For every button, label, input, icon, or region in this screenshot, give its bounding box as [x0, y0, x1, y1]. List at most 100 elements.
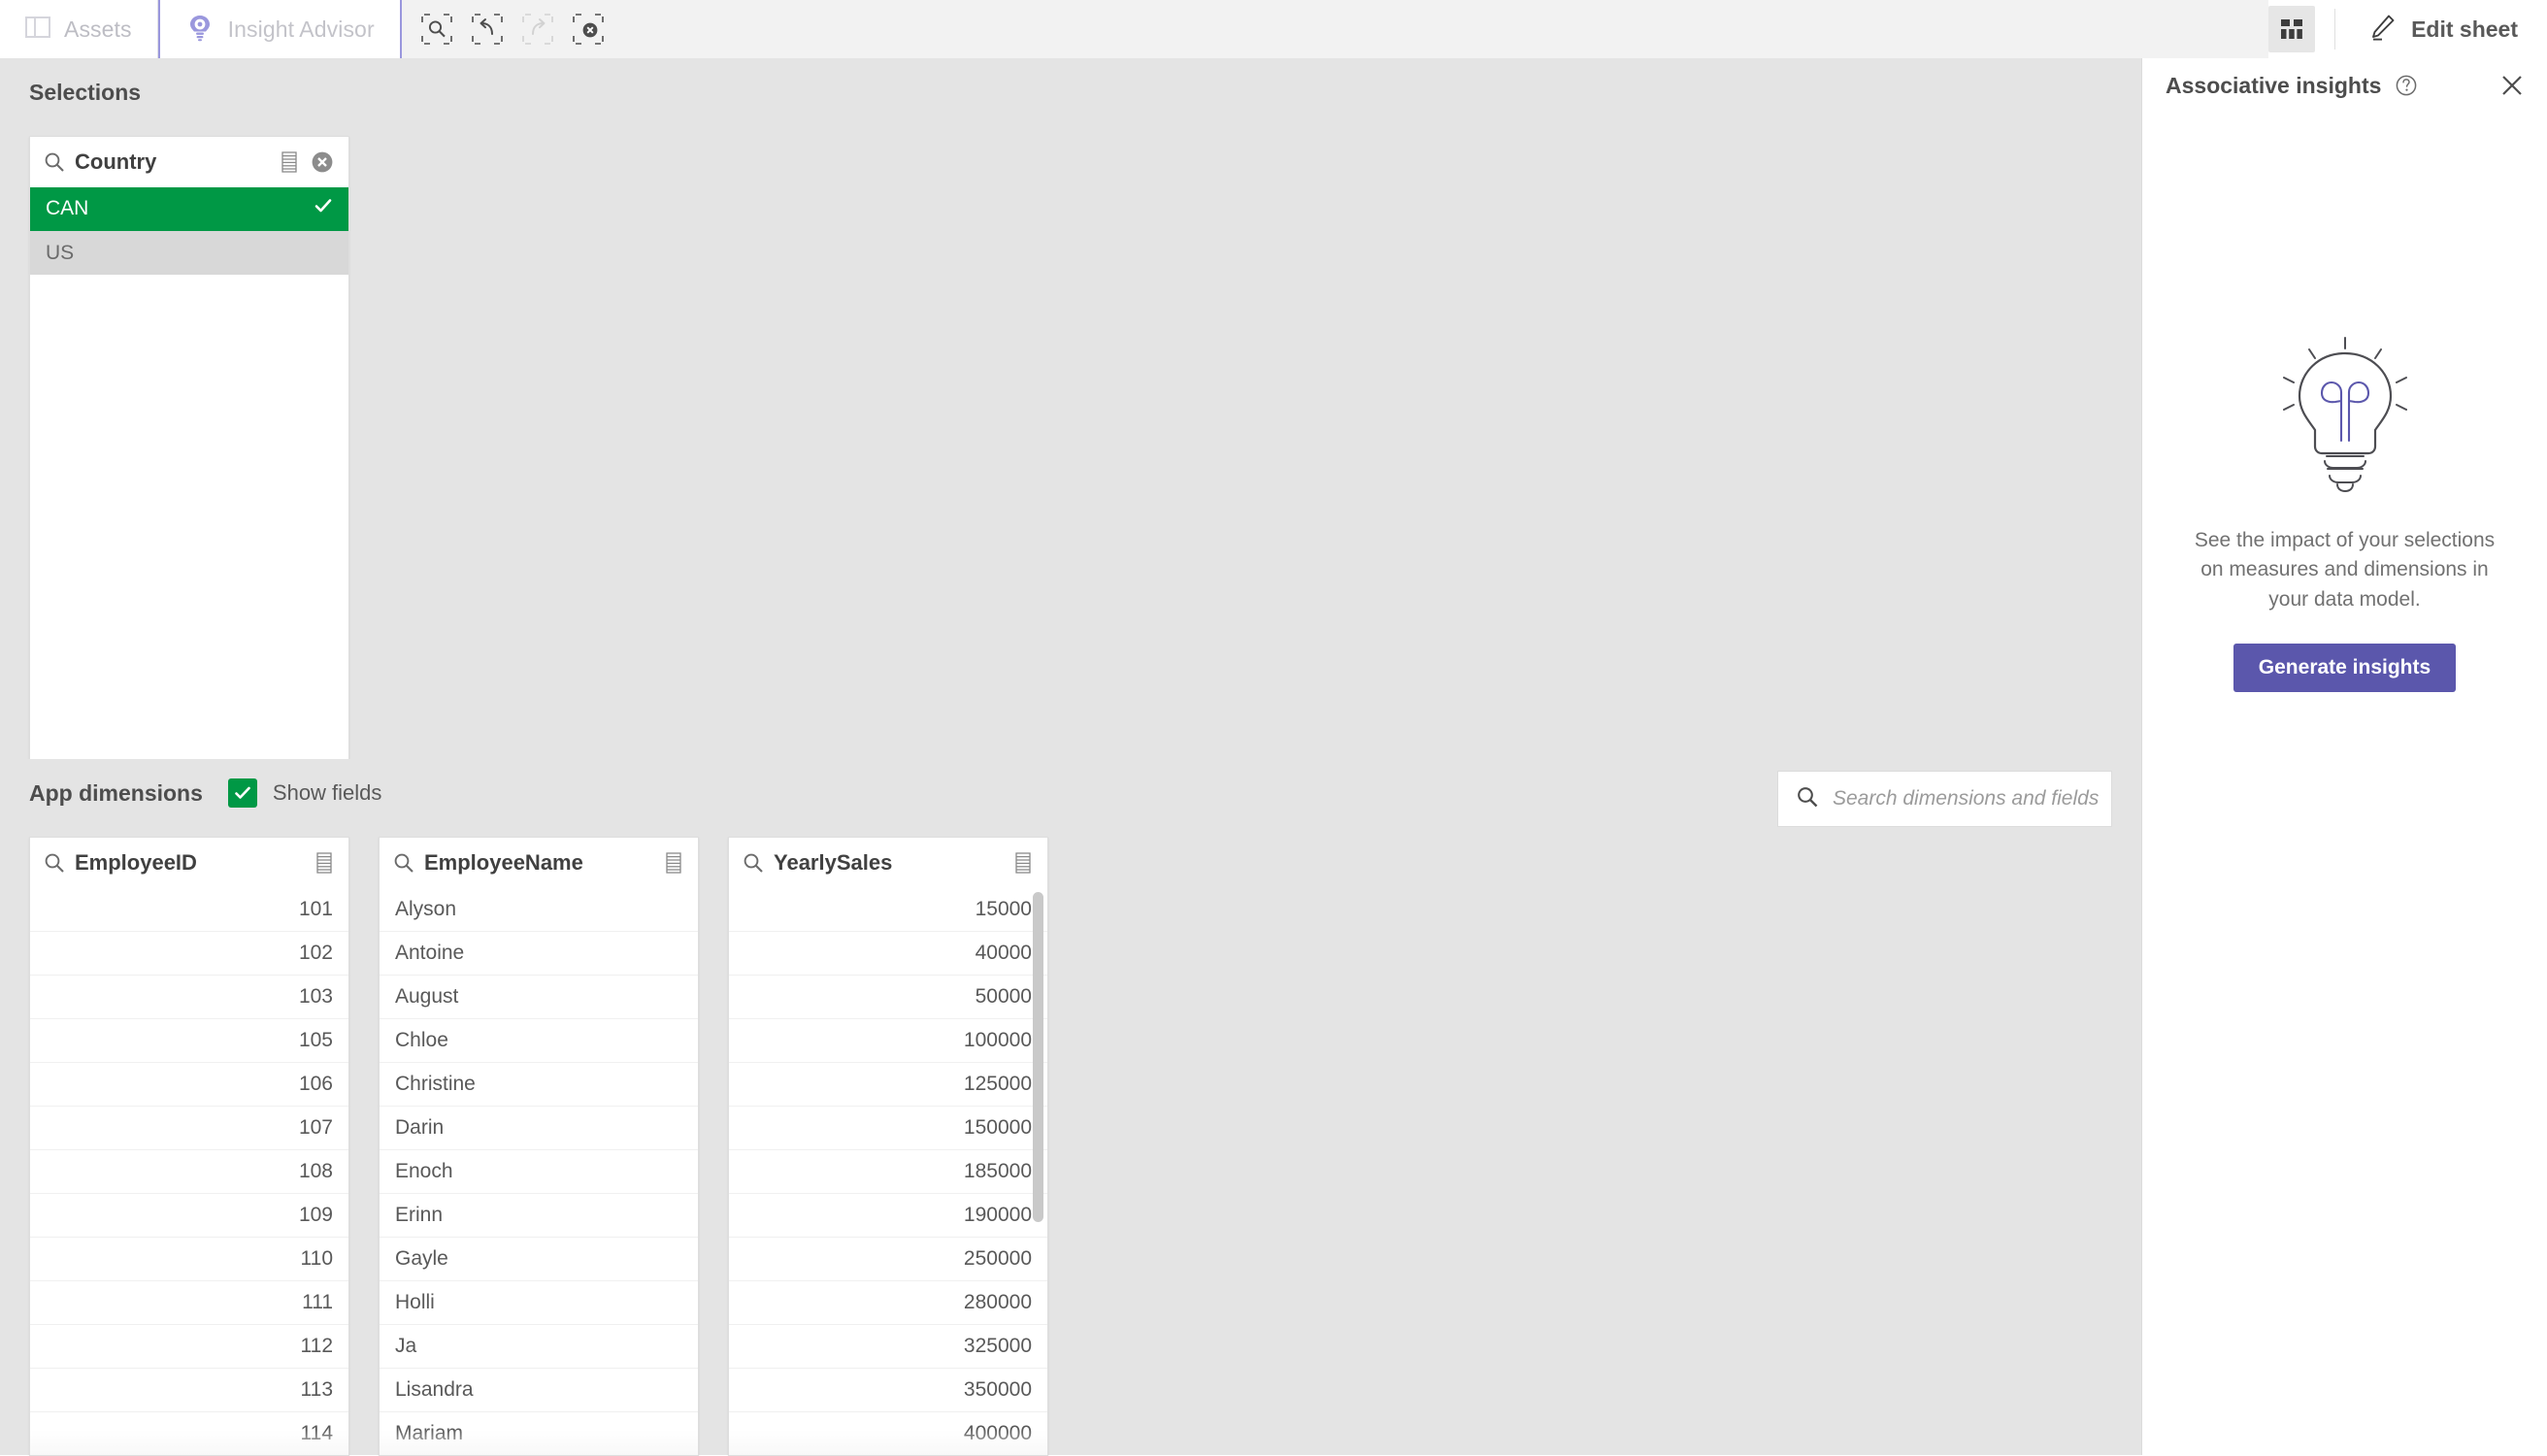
- tab-insight-advisor[interactable]: Insight Advisor: [157, 0, 402, 58]
- sheet-grid-icon[interactable]: [2268, 6, 2316, 52]
- clear-all-selections-icon[interactable]: [567, 8, 610, 50]
- list-menu-icon[interactable]: [663, 851, 684, 875]
- list-item[interactable]: Mariam: [380, 1412, 698, 1455]
- dimension-listboxes: EmployeeID 101 102 103 105 106 107 108 1…: [29, 837, 1048, 1456]
- list-item[interactable]: 350000: [729, 1369, 1047, 1412]
- list-item-label: Chloe: [395, 1029, 448, 1051]
- list-item[interactable]: Lisandra: [380, 1369, 698, 1412]
- list-item[interactable]: 280000: [729, 1281, 1047, 1325]
- list-item[interactable]: Antoine: [380, 932, 698, 976]
- list-item[interactable]: 15000: [729, 888, 1047, 932]
- listbox-country-empty-area: [30, 275, 348, 804]
- list-item[interactable]: 102: [30, 932, 348, 976]
- list-item[interactable]: 113: [30, 1369, 348, 1412]
- list-menu-icon[interactable]: [1012, 851, 1034, 875]
- pencil-icon: [2366, 12, 2398, 48]
- listbox-employeename-values: Alyson Antoine August Chloe Christine Da…: [380, 888, 698, 1455]
- lightbulb-illustration: [2253, 332, 2437, 497]
- list-item[interactable]: 106: [30, 1063, 348, 1107]
- list-item[interactable]: Christine: [380, 1063, 698, 1107]
- list-item-label: 102: [298, 942, 333, 964]
- step-back-icon[interactable]: [466, 8, 509, 50]
- list-item-label: 125000: [963, 1073, 1032, 1095]
- clear-selection-icon[interactable]: [310, 149, 335, 175]
- list-item[interactable]: 108: [30, 1150, 348, 1194]
- dimensions-search-box[interactable]: [1777, 771, 2112, 827]
- list-item[interactable]: Enoch: [380, 1150, 698, 1194]
- tab-assets-label: Assets: [64, 16, 132, 42]
- list-item-label: Holli: [395, 1291, 435, 1313]
- vertical-scrollbar[interactable]: [1033, 892, 1043, 1222]
- list-item-label: 190000: [963, 1204, 1032, 1226]
- list-item-label: Alyson: [395, 898, 457, 920]
- panel-icon: [25, 16, 50, 44]
- tab-insight-advisor-label: Insight Advisor: [227, 16, 375, 42]
- search-icon: [1796, 785, 1819, 813]
- list-item-label: 150000: [963, 1116, 1032, 1139]
- search-icon[interactable]: [393, 852, 414, 874]
- show-fields-checkbox[interactable]: Show fields: [227, 778, 382, 808]
- insights-panel-title: Associative insights: [2166, 72, 2382, 98]
- list-item-label: Gayle: [395, 1247, 448, 1270]
- list-item[interactable]: 107: [30, 1107, 348, 1150]
- checkbox-checked-icon: [227, 778, 257, 808]
- listbox-employeeid-values: 101 102 103 105 106 107 108 109 110 111 …: [30, 888, 348, 1455]
- list-item[interactable]: 111: [30, 1281, 348, 1325]
- listbox-country-header: Country: [30, 137, 348, 187]
- list-item[interactable]: 105: [30, 1019, 348, 1063]
- list-item[interactable]: Alyson: [380, 888, 698, 932]
- list-item[interactable]: Gayle: [380, 1238, 698, 1281]
- list-item-label: 114: [300, 1422, 333, 1444]
- list-item[interactable]: 100000: [729, 1019, 1047, 1063]
- app-dimensions-title: App dimensions: [29, 779, 203, 806]
- help-circle-icon[interactable]: [2395, 74, 2418, 97]
- list-item[interactable]: Holli: [380, 1281, 698, 1325]
- list-item-label: Erinn: [395, 1204, 444, 1226]
- edit-sheet-label: Edit sheet: [2411, 16, 2518, 42]
- close-icon[interactable]: [2498, 72, 2526, 99]
- list-item[interactable]: 103: [30, 976, 348, 1019]
- list-item[interactable]: Ja: [380, 1325, 698, 1369]
- list-item[interactable]: 101: [30, 888, 348, 932]
- search-icon[interactable]: [44, 151, 65, 173]
- list-item-label: 50000: [975, 985, 1032, 1008]
- list-item-label: 280000: [963, 1291, 1032, 1313]
- search-input[interactable]: [1833, 787, 2099, 811]
- list-item-label: Christine: [395, 1073, 476, 1095]
- list-item-label: 400000: [963, 1422, 1032, 1444]
- list-item[interactable]: 114: [30, 1412, 348, 1455]
- list-item[interactable]: 125000: [729, 1063, 1047, 1107]
- list-item[interactable]: Darin: [380, 1107, 698, 1150]
- edit-sheet-button[interactable]: Edit sheet: [2357, 12, 2528, 48]
- list-item[interactable]: 325000: [729, 1325, 1047, 1369]
- list-item[interactable]: 400000: [729, 1412, 1047, 1455]
- listbox-yearlysales-field-label: YearlySales: [774, 850, 893, 875]
- show-fields-label: Show fields: [272, 780, 382, 805]
- list-item-label: 100000: [963, 1029, 1032, 1051]
- list-item-label: 101: [298, 898, 333, 920]
- list-menu-icon[interactable]: [279, 150, 300, 174]
- listbox-employeeid: EmployeeID 101 102 103 105 106 107 108 1…: [29, 837, 349, 1456]
- list-item[interactable]: Erinn: [380, 1194, 698, 1238]
- search-selections-icon[interactable]: [415, 8, 458, 50]
- list-item[interactable]: August: [380, 976, 698, 1019]
- list-item-label: 350000: [963, 1378, 1032, 1401]
- list-item[interactable]: 40000: [729, 932, 1047, 976]
- list-item[interactable]: 112: [30, 1325, 348, 1369]
- generate-insights-button[interactable]: Generate insights: [2233, 644, 2457, 693]
- list-item-label: 185000: [963, 1160, 1032, 1182]
- tab-assets[interactable]: Assets: [0, 0, 158, 58]
- search-icon[interactable]: [743, 852, 764, 874]
- list-item[interactable]: 150000: [729, 1107, 1047, 1150]
- list-item[interactable]: 50000: [729, 976, 1047, 1019]
- list-item[interactable]: CAN: [30, 187, 348, 231]
- list-menu-icon[interactable]: [314, 851, 335, 875]
- list-item[interactable]: 250000: [729, 1238, 1047, 1281]
- list-item[interactable]: 190000: [729, 1194, 1047, 1238]
- list-item[interactable]: US: [30, 231, 348, 275]
- list-item[interactable]: 110: [30, 1238, 348, 1281]
- list-item[interactable]: 109: [30, 1194, 348, 1238]
- search-icon[interactable]: [44, 852, 65, 874]
- list-item[interactable]: 185000: [729, 1150, 1047, 1194]
- list-item[interactable]: Chloe: [380, 1019, 698, 1063]
